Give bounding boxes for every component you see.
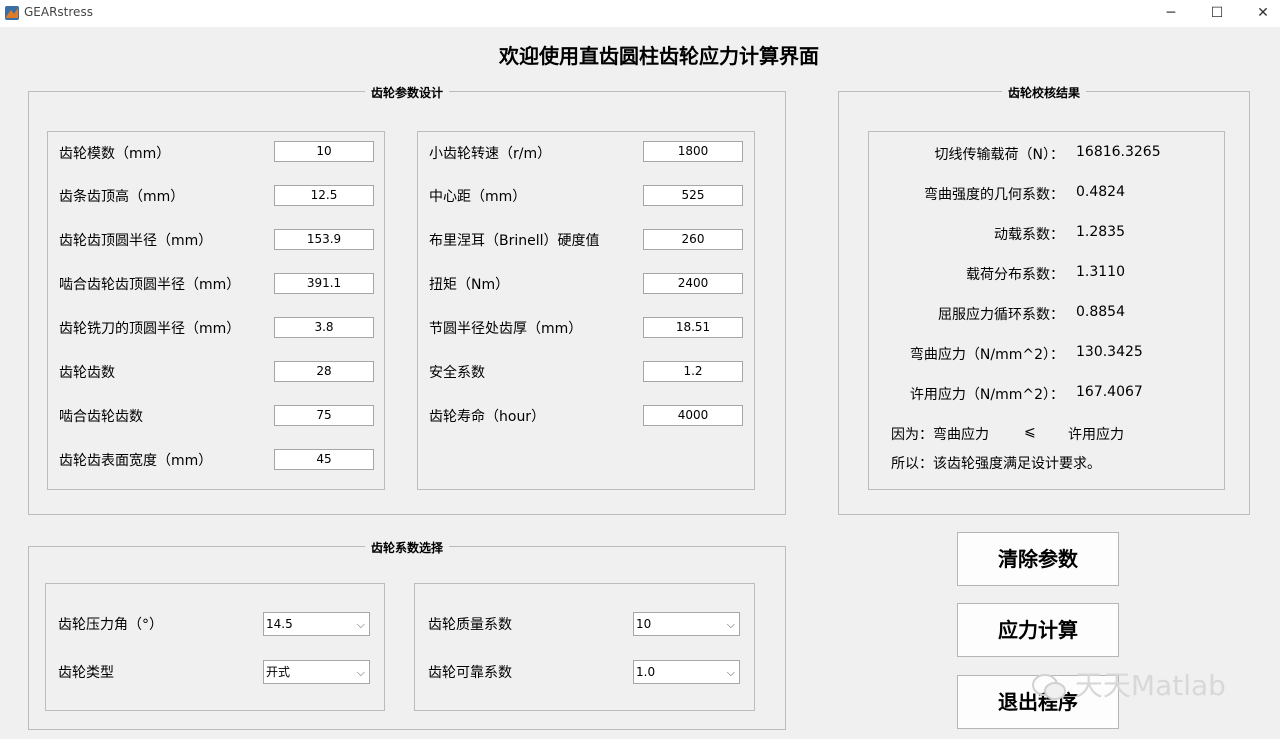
maximize-button[interactable]: ☐	[1194, 0, 1240, 27]
matlab-app-icon	[5, 6, 19, 20]
clear-params-button[interactable]: 清除参数	[957, 532, 1119, 586]
mating-teeth-input[interactable]: 75	[274, 405, 374, 426]
center-distance-input[interactable]: 525	[643, 185, 743, 206]
torque-input[interactable]: 2400	[643, 273, 743, 294]
coef-label: 齿轮压力角（°）	[58, 617, 163, 633]
param-label: 齿轮寿命（hour）	[429, 409, 546, 425]
rack-addendum-input[interactable]: 12.5	[274, 185, 374, 206]
gear-life-input[interactable]: 4000	[643, 405, 743, 426]
face-width-input[interactable]: 45	[274, 449, 374, 470]
wechat-icon	[1032, 674, 1066, 700]
compute-stress-button[interactable]: 应力计算	[957, 603, 1119, 657]
chevron-down-icon: ⌵	[356, 666, 365, 679]
gear-teeth-input[interactable]: 28	[274, 361, 374, 382]
param-label: 齿轮齿表面宽度（mm）	[59, 453, 213, 469]
watermark: 天天Matlab	[1032, 664, 1226, 704]
close-button[interactable]: ✕	[1240, 0, 1280, 27]
reliability-factor-select[interactable]: 1.0 ⌵	[633, 660, 740, 684]
mating-tip-radius-input[interactable]: 391.1	[274, 273, 374, 294]
param-label: 齿轮齿数	[59, 365, 115, 381]
result-label: 切线传输载荷（N）：	[934, 147, 1064, 163]
pitch-thickness-input[interactable]: 18.51	[643, 317, 743, 338]
safety-factor-input[interactable]: 1.2	[643, 361, 743, 382]
load-distribution-value: 1.3110	[1076, 264, 1125, 280]
coef-left-group	[45, 583, 385, 711]
param-label: 小齿轮转速（r/m）	[429, 146, 552, 162]
param-label: 啮合齿轮齿数	[59, 409, 143, 425]
gear-tip-radius-input[interactable]: 153.9	[274, 229, 374, 250]
dynamic-factor-value: 1.2835	[1076, 224, 1125, 240]
param-label: 中心距（mm）	[429, 189, 527, 205]
chevron-down-icon: ⌵	[726, 666, 735, 679]
coef-panel-title: 齿轮系数选择	[364, 541, 449, 555]
coef-label: 齿轮可靠系数	[428, 665, 512, 681]
minimize-button[interactable]: ─	[1148, 0, 1194, 27]
window-titlebar: GEARstress ─ ☐ ✕	[0, 0, 1280, 27]
gear-type-select[interactable]: 开式 ⌵	[263, 660, 370, 684]
stress-cycle-factor-value: 0.8854	[1076, 304, 1125, 320]
bending-stress-value: 130.3425	[1076, 344, 1143, 360]
result-panel-title: 齿轮校核结果	[1001, 86, 1086, 100]
result-label: 许用应力（N/mm^2）：	[909, 387, 1064, 403]
param-label: 安全系数	[429, 365, 485, 381]
param-label: 布里涅耳（Brinell）硬度值	[429, 233, 600, 249]
result-label: 载荷分布系数：	[966, 267, 1064, 283]
because-text: 因为：弯曲应力	[891, 427, 989, 443]
chevron-down-icon: ⌵	[726, 618, 735, 631]
result-label: 屈服应力循环系数：	[938, 307, 1064, 323]
relation-symbol: ⩽	[1024, 424, 1036, 440]
geometry-factor-value: 0.4824	[1076, 184, 1125, 200]
pinion-speed-input[interactable]: 1800	[643, 141, 743, 162]
page-title: 欢迎使用直齿圆柱齿轮应力计算界面	[499, 44, 819, 68]
param-label: 齿轮齿顶圆半径（mm）	[59, 233, 213, 249]
pressure-angle-select[interactable]: 14.5 ⌵	[263, 612, 370, 636]
quality-factor-select[interactable]: 10 ⌵	[633, 612, 740, 636]
conclusion-text: 所以：该齿轮强度满足设计要求。	[891, 456, 1101, 472]
allowable-stress-value: 167.4067	[1076, 384, 1143, 400]
result-label: 动载系数：	[994, 227, 1064, 243]
result-label: 弯曲应力（N/mm^2）：	[909, 347, 1064, 363]
brinell-hardness-input[interactable]: 260	[643, 229, 743, 250]
window-title: GEARstress	[24, 5, 93, 19]
allowable-text: 许用应力	[1068, 427, 1124, 443]
coef-label: 齿轮类型	[58, 665, 114, 681]
chevron-down-icon: ⌵	[356, 618, 365, 631]
param-label: 齿条齿顶高（mm）	[59, 189, 185, 205]
param-label: 齿轮模数（mm）	[59, 146, 171, 162]
tangential-load-value: 16816.3265	[1076, 144, 1161, 160]
gear-module-input[interactable]: 10	[274, 141, 374, 162]
param-label: 齿轮铣刀的顶圆半径（mm）	[59, 321, 241, 337]
param-label: 扭矩（Nm）	[429, 277, 510, 293]
param-panel-title: 齿轮参数设计	[364, 86, 449, 100]
param-label: 啮合齿轮齿顶圆半径（mm）	[59, 277, 241, 293]
coef-right-group	[414, 583, 755, 711]
result-label: 弯曲强度的几何系数：	[924, 187, 1064, 203]
param-label: 节圆半径处齿厚（mm）	[429, 321, 583, 337]
coef-label: 齿轮质量系数	[428, 617, 512, 633]
cutter-tip-radius-input[interactable]: 3.8	[274, 317, 374, 338]
